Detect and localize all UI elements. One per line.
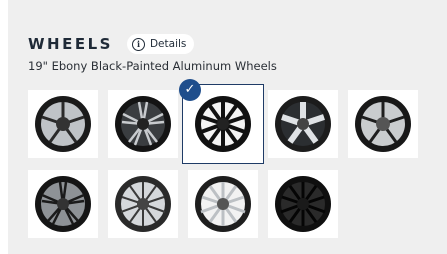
wheel-option-1[interactable] bbox=[28, 90, 98, 158]
wheel-image bbox=[115, 96, 171, 152]
wheel-option-9[interactable] bbox=[268, 170, 338, 238]
wheel-image bbox=[195, 176, 251, 232]
wheel-image bbox=[195, 96, 251, 152]
wheel-option-8[interactable] bbox=[188, 170, 258, 238]
wheel-image bbox=[35, 176, 91, 232]
wheel-image bbox=[35, 96, 91, 152]
section-title: WHEELS bbox=[28, 35, 113, 53]
wheels-panel: WHEELS i Details 19" Ebony Black-Painted… bbox=[8, 0, 447, 254]
details-button[interactable]: i Details bbox=[126, 34, 195, 54]
wheel-option-3[interactable]: ✓ bbox=[179, 79, 264, 164]
details-label: Details bbox=[149, 38, 187, 50]
wheel-option-2[interactable] bbox=[108, 90, 178, 158]
wheel-image bbox=[355, 96, 411, 152]
selected-wheel-name: 19" Ebony Black-Painted Aluminum Wheels bbox=[28, 59, 277, 73]
checkmark-icon: ✓ bbox=[179, 79, 201, 101]
wheel-image bbox=[115, 176, 171, 232]
wheel-option-4[interactable] bbox=[268, 90, 338, 158]
wheel-image bbox=[275, 176, 331, 232]
info-icon: i bbox=[131, 37, 145, 51]
section-header: WHEELS i Details bbox=[28, 34, 195, 54]
wheel-option-6[interactable] bbox=[28, 170, 98, 238]
wheel-option-5[interactable] bbox=[348, 90, 418, 158]
wheel-option-7[interactable] bbox=[108, 170, 178, 238]
wheel-image bbox=[275, 96, 331, 152]
